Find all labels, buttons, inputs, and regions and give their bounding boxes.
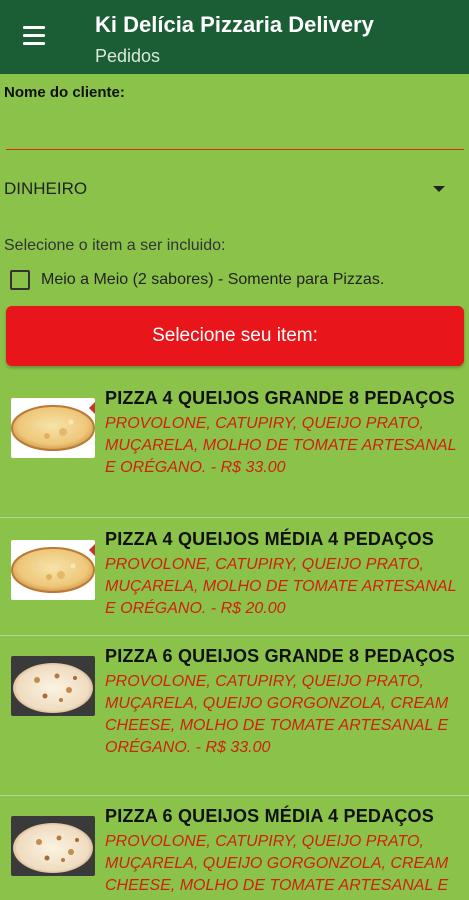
item-name: PIZZA 6 QUEIJOS GRANDE 8 PEDAÇOS [105,646,455,666]
list-item[interactable]: PIZZA 6 QUEIJOS MÉDIA 4 PEDAÇOS PROVOLON… [0,796,469,900]
app-bar: Ki Delícia Pizzaria Delivery Pedidos [0,0,469,74]
list-item[interactable]: PIZZA 4 QUEIJOS GRANDE 8 PEDAÇOS PROVOLO… [0,378,469,518]
item-name: PIZZA 4 QUEIJOS MÉDIA 4 PEDAÇOS [105,529,434,549]
item-name: PIZZA 4 QUEIJOS GRANDE 8 PEDAÇOS [105,388,455,408]
item-description: PROVOLONE, CATUPIRY, QUEIJO PRATO, MUÇAR… [105,833,449,894]
half-half-label: Meio a Meio (2 sabores) - Somente para P… [41,271,385,288]
item-description: PROVOLONE, CATUPIRY, QUEIJO PRATO, MUÇAR… [105,673,449,756]
list-item[interactable]: PIZZA 6 QUEIJOS GRANDE 8 PEDAÇOS PROVOLO… [0,636,469,796]
pizza-4-queijos-image [11,398,95,458]
item-description: PROVOLONE, CATUPIRY, QUEIJO PRATO, MUÇAR… [105,415,457,476]
page-subtitle: Pedidos [95,46,161,66]
select-item-hint: Selecione o item a ser incluido: [4,237,226,254]
select-item-button[interactable]: Selecione seu item: [6,306,464,366]
product-list: PIZZA 4 QUEIJOS GRANDE 8 PEDAÇOS PROVOLO… [0,378,469,900]
pizza-6-queijos-image [11,816,95,876]
payment-method-value: DINHEIRO [4,179,88,198]
hamburger-menu-icon[interactable] [20,24,48,48]
dropdown-arrow-icon [433,186,445,192]
pizza-6-queijos-image [11,656,95,716]
client-name-input[interactable] [6,112,464,150]
item-description: PROVOLONE, CATUPIRY, QUEIJO PRATO, MUÇAR… [105,556,457,617]
list-item[interactable]: PIZZA 4 QUEIJOS MÉDIA 4 PEDAÇOS PROVOLON… [0,518,469,636]
app-title: Ki Delícia Pizzaria Delivery [95,12,374,37]
payment-method-select[interactable]: DINHEIRO [4,174,459,204]
item-name: PIZZA 6 QUEIJOS MÉDIA 4 PEDAÇOS [105,806,434,826]
pizza-4-queijos-image [11,540,95,600]
half-half-checkbox-row[interactable]: Meio a Meio (2 sabores) - Somente para P… [10,270,384,290]
client-name-label: Nome do cliente: [4,84,125,101]
half-half-checkbox[interactable] [10,270,30,290]
